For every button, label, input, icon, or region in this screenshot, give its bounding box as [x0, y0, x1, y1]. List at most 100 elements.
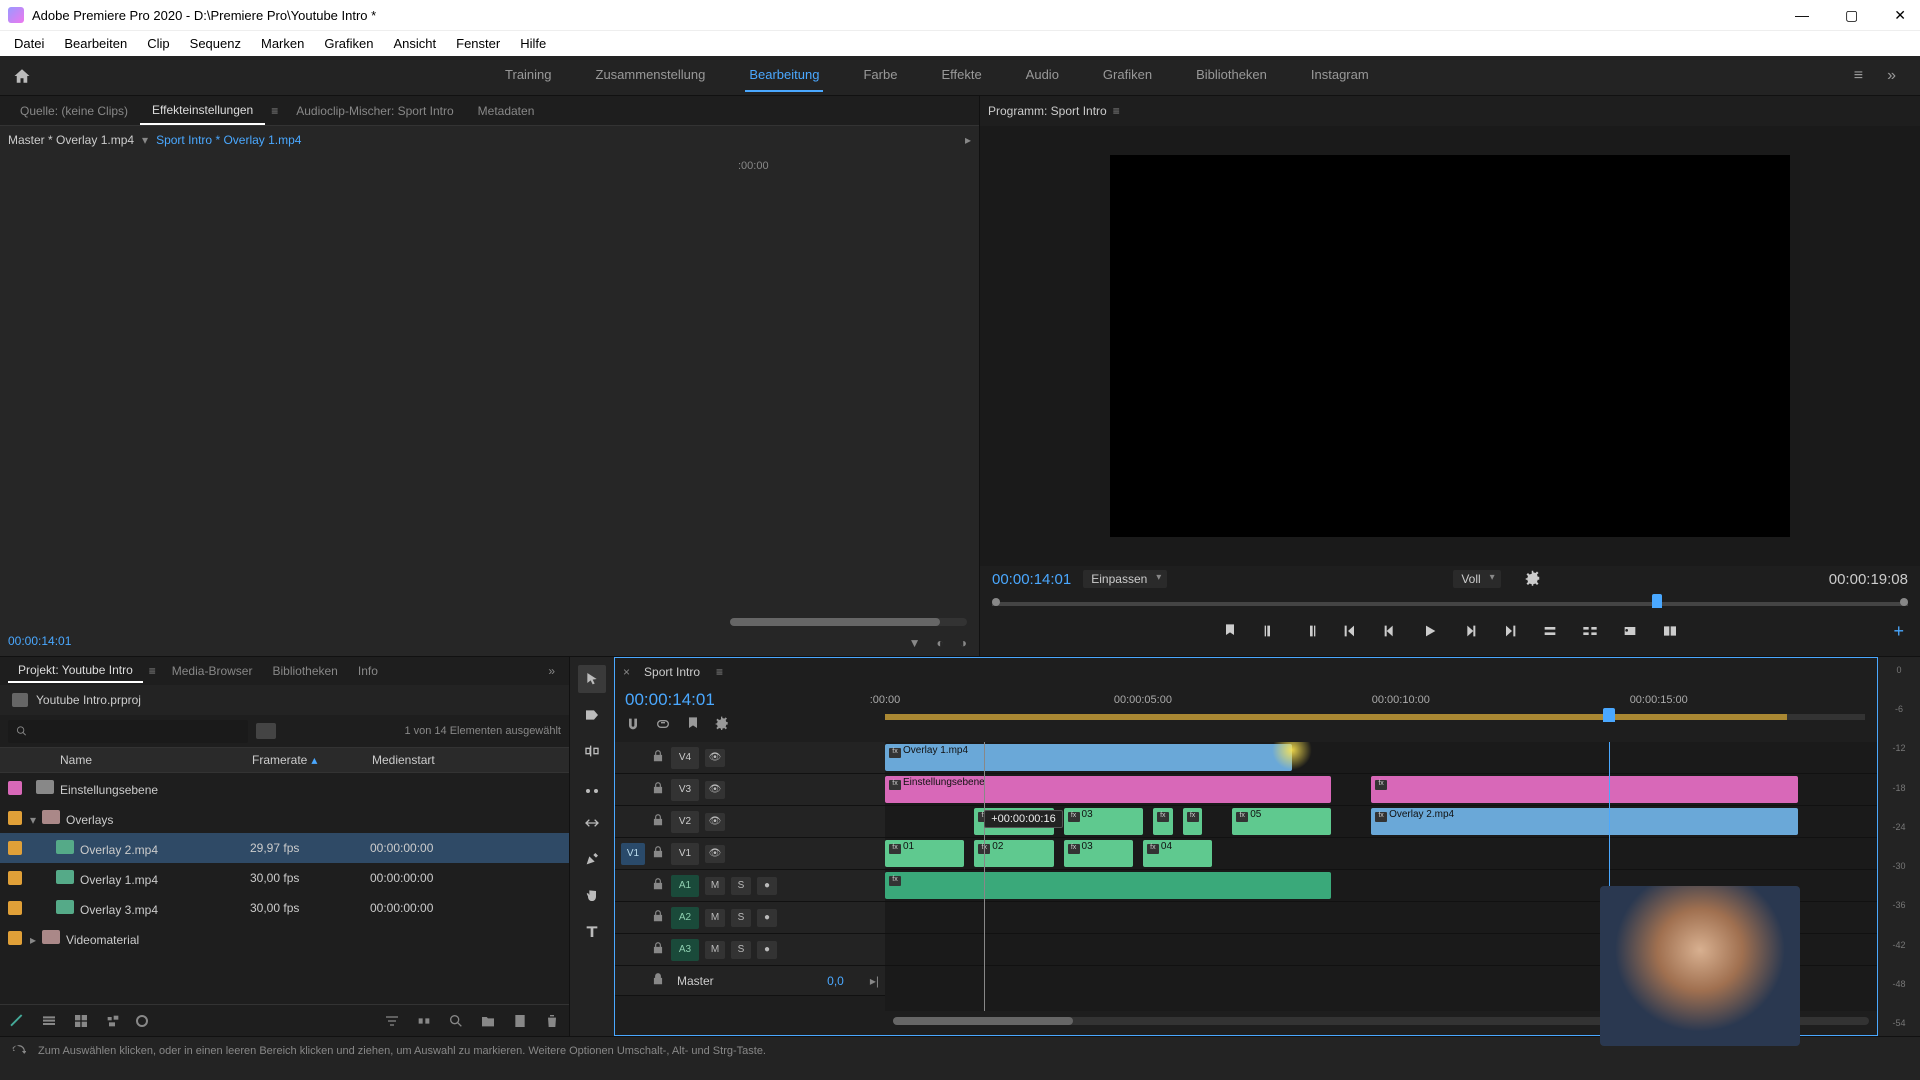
- program-scrubber[interactable]: [992, 594, 1908, 614]
- track-target-a2[interactable]: A2: [671, 907, 699, 929]
- mark-in-button[interactable]: [1259, 620, 1281, 642]
- program-out-handle[interactable]: [1900, 598, 1908, 606]
- track-source-target[interactable]: [621, 811, 645, 833]
- fx-badge[interactable]: fx: [889, 780, 901, 790]
- timeline-workarea[interactable]: [885, 714, 1865, 720]
- ec-scrollbar-thumb[interactable]: [730, 618, 940, 626]
- razor-tool[interactable]: [578, 773, 606, 801]
- track-lock-button[interactable]: [651, 749, 665, 766]
- timeline-clip[interactable]: fx03: [1064, 840, 1133, 867]
- close-button[interactable]: ✕: [1888, 5, 1912, 26]
- menu-bearbeiten[interactable]: Bearbeiten: [54, 32, 137, 55]
- project-search-field[interactable]: [8, 720, 248, 743]
- track-row-v4[interactable]: fxOverlay 1.mp4: [885, 742, 1877, 774]
- fx-badge[interactable]: fx: [1236, 812, 1248, 822]
- project-item-row[interactable]: Overlay 3.mp430,00 fps00:00:00:00: [0, 893, 569, 923]
- master-track-value[interactable]: 0,0: [827, 974, 844, 988]
- track-select-tool[interactable]: [578, 701, 606, 729]
- track-lock-button[interactable]: [651, 781, 665, 798]
- project-tab[interactable]: Projekt: Youtube Intro: [8, 659, 143, 683]
- track-source-target[interactable]: [621, 747, 645, 769]
- source-tab[interactable]: Audioclip-Mischer: Sport Intro: [284, 98, 465, 124]
- track-record-button[interactable]: ●: [757, 909, 777, 927]
- icon-view-button[interactable]: [72, 1013, 90, 1029]
- timeline-clip[interactable]: fx02: [974, 840, 1053, 867]
- track-header-a2[interactable]: A2MS●: [615, 902, 885, 934]
- timeline-clip[interactable]: fx: [885, 872, 1331, 899]
- ec-ruler[interactable]: :00:00: [730, 154, 979, 178]
- project-item-row[interactable]: Einstellungsebene: [0, 773, 569, 803]
- fx-badge[interactable]: fx: [1147, 844, 1159, 854]
- workspace-tab-farbe[interactable]: Farbe: [859, 59, 901, 92]
- ec-scrollbar[interactable]: [730, 618, 967, 626]
- step-back-button[interactable]: [1379, 620, 1401, 642]
- column-framerate[interactable]: Framerate▴: [252, 753, 372, 767]
- timeline-settings-icon[interactable]: [715, 716, 731, 732]
- step-forward-button[interactable]: [1459, 620, 1481, 642]
- track-visibility-button[interactable]: 👁: [705, 781, 725, 799]
- track-target-v2[interactable]: V2: [671, 811, 699, 833]
- expand-icon[interactable]: ▸: [30, 933, 36, 947]
- program-monitor-canvas[interactable]: [1110, 155, 1790, 537]
- track-header-a1[interactable]: A1MS●: [615, 870, 885, 902]
- track-solo-button[interactable]: S: [731, 941, 751, 959]
- workspace-tab-effekte[interactable]: Effekte: [937, 59, 985, 92]
- ripple-edit-tool[interactable]: [578, 737, 606, 765]
- source-panel-menu-icon[interactable]: ≡: [265, 104, 284, 118]
- track-target-a1[interactable]: A1: [671, 875, 699, 897]
- list-view-button[interactable]: [40, 1013, 58, 1029]
- expand-icon[interactable]: ▾: [30, 813, 36, 827]
- fx-badge[interactable]: fx: [889, 876, 901, 886]
- menu-fenster[interactable]: Fenster: [446, 32, 510, 55]
- menu-clip[interactable]: Clip: [137, 32, 179, 55]
- mark-out-button[interactable]: [1299, 620, 1321, 642]
- track-source-target[interactable]: [621, 779, 645, 801]
- extract-button[interactable]: [1579, 620, 1601, 642]
- add-marker-icon[interactable]: [685, 716, 701, 732]
- play-button[interactable]: [1419, 620, 1441, 642]
- slip-tool[interactable]: [578, 809, 606, 837]
- timeline-ruler[interactable]: :00:0000:00:05:0000:00:10:0000:00:15:00: [885, 686, 1877, 742]
- workspace-tab-training[interactable]: Training: [501, 59, 555, 92]
- timeline-clip[interactable]: fx04: [1143, 840, 1212, 867]
- track-lock-button[interactable]: [651, 972, 665, 989]
- new-item-icon[interactable]: [511, 1013, 529, 1029]
- project-search-input[interactable]: [33, 724, 240, 739]
- fx-badge[interactable]: fx: [889, 844, 901, 854]
- source-tab[interactable]: Effekteinstellungen: [140, 97, 265, 125]
- project-label-chip[interactable]: [8, 871, 22, 885]
- lift-button[interactable]: [1539, 620, 1561, 642]
- export-frame-button[interactable]: [1619, 620, 1641, 642]
- fx-badge[interactable]: fx: [889, 748, 901, 758]
- track-row-v3[interactable]: fxEinstellungsebenefx: [885, 774, 1877, 806]
- freeform-view-button[interactable]: [104, 1013, 122, 1029]
- track-header-v4[interactable]: V4👁: [615, 742, 885, 774]
- timeline-playhead[interactable]: [1603, 708, 1615, 722]
- minimize-button[interactable]: —: [1789, 5, 1815, 26]
- source-tab[interactable]: Metadaten: [466, 98, 547, 124]
- track-target-a3[interactable]: A3: [671, 939, 699, 961]
- timeline-clip[interactable]: fx05: [1232, 808, 1331, 835]
- menu-hilfe[interactable]: Hilfe: [510, 32, 556, 55]
- timeline-clip[interactable]: fx: [1183, 808, 1203, 835]
- home-icon[interactable]: [12, 67, 32, 85]
- timeline-timecode[interactable]: 00:00:14:01: [625, 690, 875, 710]
- track-lock-button[interactable]: [651, 877, 665, 894]
- ec-timecode[interactable]: 00:00:14:01: [8, 634, 71, 648]
- linked-selection-icon[interactable]: [655, 716, 671, 732]
- track-record-button[interactable]: ●: [757, 877, 777, 895]
- fx-badge[interactable]: fx: [1375, 780, 1387, 790]
- timeline-clip[interactable]: fx03: [1064, 808, 1143, 835]
- track-source-target[interactable]: [621, 907, 645, 929]
- menu-grafiken[interactable]: Grafiken: [314, 32, 383, 55]
- track-source-target[interactable]: V1: [621, 843, 645, 865]
- workspace-tab-bearbeitung[interactable]: Bearbeitung: [745, 59, 823, 92]
- track-source-target[interactable]: [621, 939, 645, 961]
- zoom-slider-circle[interactable]: [136, 1015, 148, 1027]
- track-header-v3[interactable]: V3👁: [615, 774, 885, 806]
- track-record-button[interactable]: ●: [757, 941, 777, 959]
- track-lock-button[interactable]: [651, 813, 665, 830]
- project-item-row[interactable]: ▾Overlays: [0, 803, 569, 833]
- fx-badge[interactable]: fx: [1068, 812, 1080, 822]
- track-lock-button[interactable]: [651, 909, 665, 926]
